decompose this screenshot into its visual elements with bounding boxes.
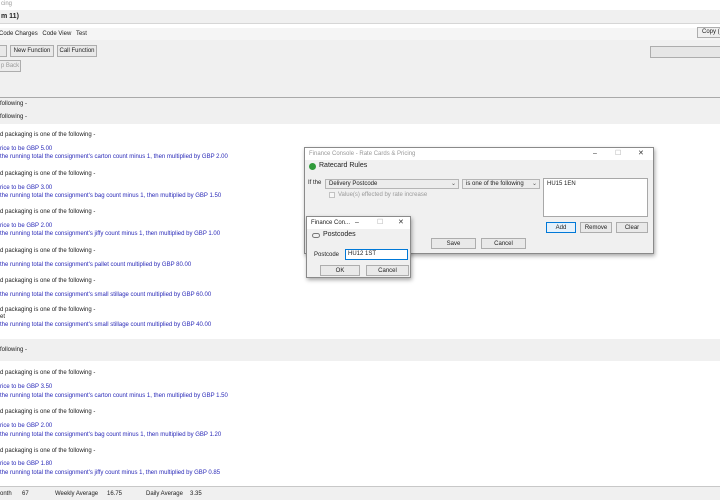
code-line: d packaging is one of the following - [0,448,96,454]
section-header-text: following - [0,347,28,353]
status-bar: onth 67 Weekly Average 16.75 Daily Avera… [0,486,720,500]
weekly-average-value: 16.75 [107,491,123,497]
code-line: d packaging is one of the following - [0,370,96,376]
toolbar: New Function Call Function p Back [0,40,720,98]
code-line: the running total the consignment's bag … [0,432,222,438]
ok-button[interactable]: OK [320,265,360,276]
postcode-input[interactable]: HU12 1ST [345,249,408,260]
back-button[interactable]: p Back [0,60,21,72]
code-line: the running total the consignment's bag … [0,193,222,199]
if-label: If the [308,180,322,186]
code-section-header: following - [0,111,720,124]
postcodes-cancel-button[interactable]: Cancel [366,265,409,276]
code-line: the running total the consignment's cart… [0,154,228,160]
code-line: rice to be GBP 1.80 [0,461,53,467]
month-label: onth [0,491,12,497]
chevron-down-icon: ⌄ [450,181,456,187]
code-line: rice to be GBP 3.00 [0,185,53,191]
minimize-icon[interactable]: – [593,148,597,160]
postcodes-dialog: Finance Con... – ☐ ✕ Postcodes Postcode … [306,216,411,278]
menu-code-charges[interactable]: Code Charges [0,28,38,40]
dialog-header: Ratecard Rules [319,162,368,169]
menu-bar: Code Charges Code View Test [0,28,720,40]
window-title: cing [1,1,13,7]
daily-average-label: Daily Average [146,491,183,497]
month-value: 67 [22,491,29,497]
code-line: rice to be GBP 3.50 [0,384,53,390]
save-button[interactable]: Save [431,238,476,249]
rate-increase-label: Value(s) effected by rate increase [338,192,428,198]
operator-select[interactable]: is one of the following ⌄ [462,179,540,189]
code-line: d packaging is one of the following - [0,209,96,215]
cut-off-button[interactable] [0,45,7,57]
code-line: the running total the consignment's jiff… [0,470,221,476]
menu-code-view[interactable]: Code View [42,28,71,40]
rate-increase-checkbox[interactable] [329,192,335,198]
code-line: d packaging is one of the following - [0,307,96,313]
code-line: the running total the consignment's smal… [0,292,212,298]
section-header-text: following - [0,114,28,120]
weekly-average-label: Weekly Average [55,491,99,497]
values-list-item[interactable]: HU15 1EN [547,181,576,187]
postcode-label: Postcode [314,252,340,258]
code-line: the running total the consignment's smal… [0,322,212,328]
code-line: the running total the consignment's pall… [0,262,192,268]
close-icon[interactable]: ✕ [398,217,404,229]
toolbar-field[interactable] [650,46,720,58]
maximize-icon[interactable]: ☐ [377,217,383,229]
code-line: rice to be GBP 2.00 [0,423,53,429]
postcodes-header: Postcodes [323,231,356,238]
clear-button[interactable]: Clear [616,222,648,233]
code-line: d packaging is one of the following - [0,278,96,284]
window-subtitle: m 11) [0,10,720,24]
dialog-title: Finance Console - Rate Cards & Pricing [305,148,653,160]
code-line: d packaging is one of the following - [0,171,96,177]
new-function-button[interactable]: New Function [10,45,54,57]
menu-test[interactable]: Test [76,28,87,40]
code-line: rice to be GBP 5.00 [0,146,53,152]
operator-select-value: is one of the following [466,181,524,187]
copy-button[interactable]: Copy ( [697,27,720,38]
section-header-text: following - [0,101,28,107]
daily-average-value: 3.35 [190,491,202,497]
cancel-button[interactable]: Cancel [481,238,526,249]
field-select[interactable]: Delivery Postcode ⌄ [325,179,459,189]
code-line: rice to be GBP 2.00 [0,223,53,229]
code-line: d packaging is one of the following - [0,409,96,415]
values-list[interactable]: HU15 1EN [543,178,648,217]
remove-button[interactable]: Remove [580,222,612,233]
minimize-icon[interactable]: – [355,217,359,229]
code-line: the running total the consignment's cart… [0,393,228,399]
call-function-button[interactable]: Call Function [57,45,97,57]
code-line: et [0,314,6,320]
close-icon[interactable]: ✕ [638,148,644,160]
code-section-header: following - [0,98,720,111]
code-line: d packaging is one of the following - [0,132,96,138]
code-line: d packaging is one of the following - [0,248,96,254]
app-window: cing m 11) Code Charges Code View Test C… [0,0,720,500]
field-select-value: Delivery Postcode [329,181,378,187]
code-section-header: following - [0,339,720,361]
maximize-icon[interactable]: ☐ [615,148,621,160]
chevron-down-icon: ⌄ [531,181,537,187]
code-line: the running total the consignment's jiff… [0,231,221,237]
add-button[interactable]: Add [546,222,576,233]
